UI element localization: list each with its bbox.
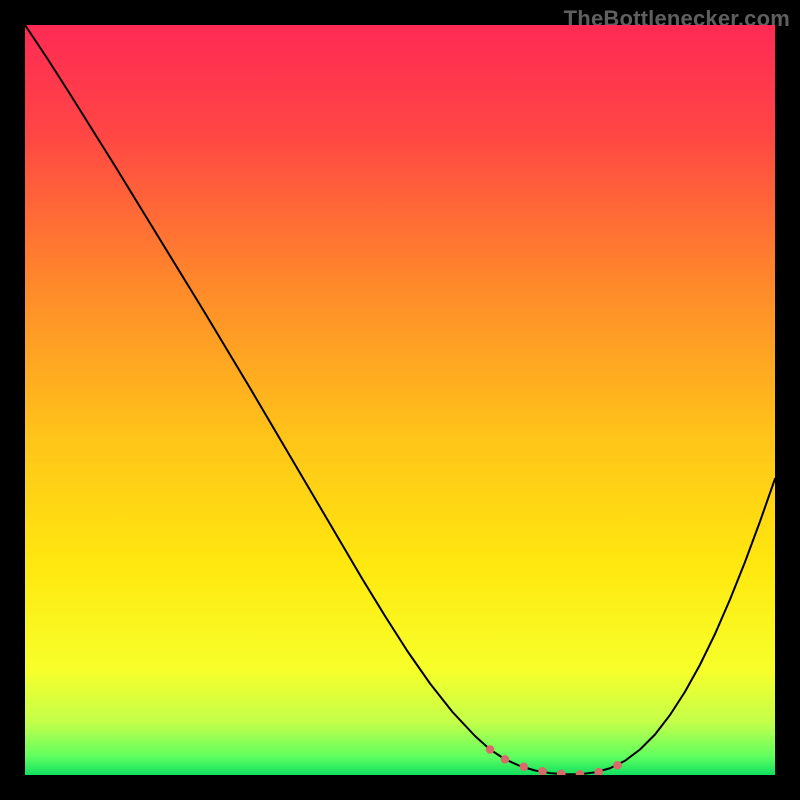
chart-area [25, 25, 775, 775]
chart-svg [25, 25, 775, 775]
marker-dot [613, 761, 622, 770]
marker-dot [519, 762, 528, 771]
marker-dot [486, 745, 495, 754]
chart-background [25, 25, 775, 775]
marker-dot [501, 755, 510, 764]
